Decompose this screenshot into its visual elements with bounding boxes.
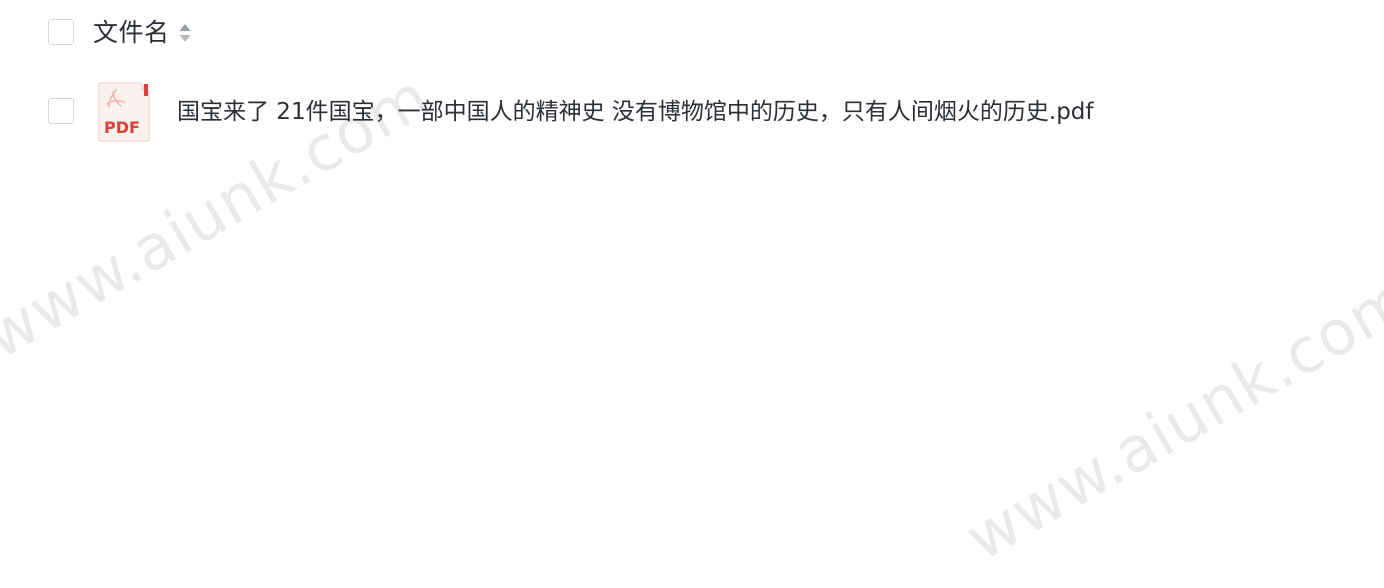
pdf-file-icon: PDF (98, 82, 150, 142)
select-all-checkbox[interactable] (48, 19, 74, 45)
file-row[interactable]: PDF 国宝来了 21件国宝，一部中国人的精神史 没有博物馆中的历史，只有人间烟… (0, 76, 1384, 148)
file-list-page: 文件名 PDF 国宝来了 21件国宝，一部中国人的精神史 没有博物馆中的历史，只… (0, 0, 1384, 588)
column-header-filename[interactable]: 文件名 (93, 16, 170, 50)
row-checkbox[interactable] (48, 98, 74, 124)
sort-icon[interactable] (178, 22, 192, 44)
pdf-icon-label: PDF (104, 118, 140, 137)
file-list: 文件名 PDF 国宝来了 21件国宝，一部中国人的精神史 没有博物馆中的历史，只… (0, 0, 1384, 142)
list-header: 文件名 (0, 0, 1384, 66)
file-name[interactable]: 国宝来了 21件国宝，一部中国人的精神史 没有博物馆中的历史，只有人间烟火的历史… (177, 96, 1094, 128)
watermark-text: www.aiunk.com (953, 261, 1384, 575)
